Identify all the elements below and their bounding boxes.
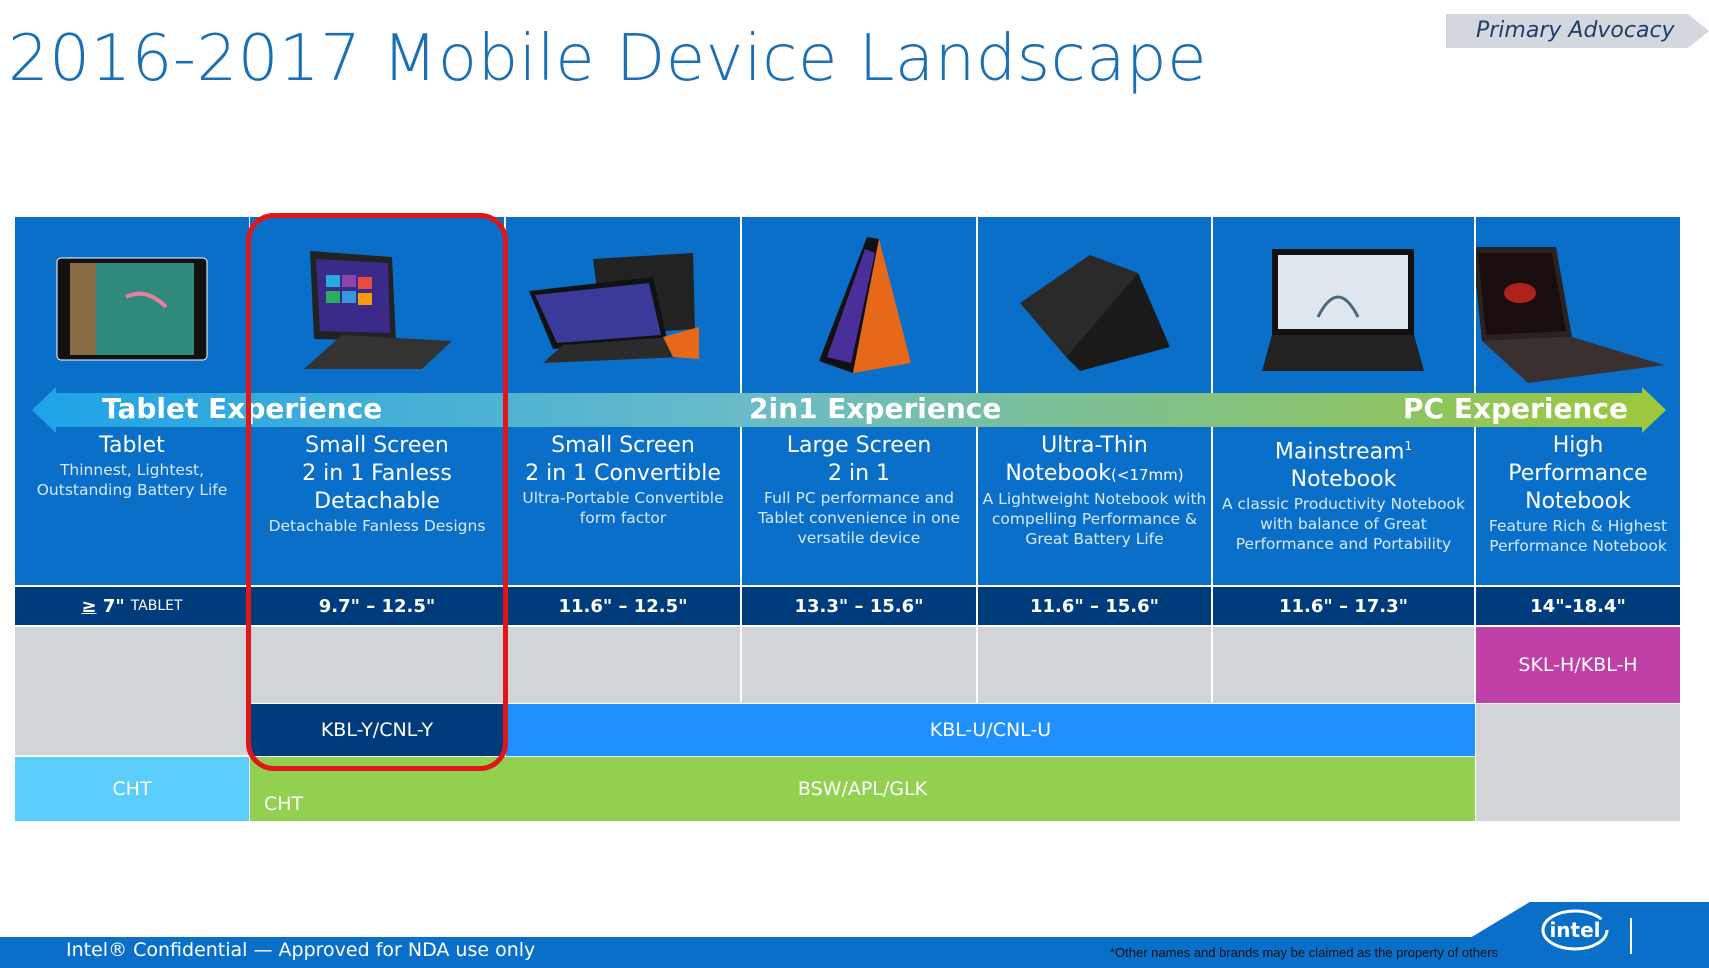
- platform-cht-sublabel: CHT: [264, 793, 304, 815]
- confidential-notice: Intel® Confidential — Approved for NDA u…: [66, 939, 536, 961]
- tablet-image: [56, 257, 208, 361]
- column-title: Mainstream1 Notebook A classic Productiv…: [1221, 439, 1466, 554]
- empty-cell: [1476, 704, 1680, 821]
- size-cell: 11.6" – 15.6": [978, 585, 1211, 625]
- empty-cell: [742, 627, 976, 703]
- empty-cell: [506, 627, 740, 703]
- 2in1-experience-label: 2in1 Experience: [749, 392, 1002, 425]
- ultrathin-image: [1019, 255, 1170, 371]
- column-title: Ultra-Thin Notebook(<17mm) A Lightweight…: [982, 433, 1207, 548]
- platform-skl-h-kbl-h: SKL-H/KBL-H: [1476, 627, 1680, 703]
- trademark-note: *Other names and brands may be claimed a…: [1110, 945, 1499, 960]
- column-title: Small Screen 2 in 1 Convertible Ultra-Po…: [522, 433, 724, 527]
- column-title: Large Screen 2 in 1 Full PC performance …: [758, 433, 960, 547]
- platform-cht: CHT: [15, 757, 249, 821]
- highlight-box: [246, 213, 508, 771]
- size-cell: 11.6" – 12.5": [506, 585, 740, 625]
- size-cell: ≥ 7" TABLET: [15, 585, 249, 625]
- platform-kbl-u-cnl-u: KBL-U/CNL-U: [506, 704, 1475, 756]
- pc-experience-label: PC Experience: [1403, 392, 1628, 425]
- size-cell: 11.6" – 17.3": [1213, 585, 1474, 625]
- logo-divider: [1630, 918, 1632, 954]
- empty-cell: [978, 627, 1211, 703]
- primary-advocacy-badge: Primary Advocacy: [1446, 14, 1709, 48]
- size-cell: 13.3" – 15.6": [742, 585, 976, 625]
- empty-cell: [1213, 627, 1474, 703]
- size-cell: 14"-18.4": [1476, 585, 1680, 625]
- intel-logo-icon: intel: [1541, 909, 1609, 951]
- large-2in1-image: [819, 237, 911, 373]
- badge-label: Primary Advocacy: [1476, 18, 1675, 43]
- convertible-image: [529, 253, 699, 363]
- mainstream-image: [1261, 249, 1424, 371]
- column-title: Tablet Thinnest, Lightest, Outstanding B…: [36, 433, 228, 499]
- highperf-image: [1476, 247, 1664, 383]
- page-title: 2016-2017 Mobile Device Landscape: [8, 22, 1207, 96]
- svg-text:intel: intel: [1549, 918, 1600, 942]
- empty-cell: [15, 627, 249, 755]
- column-title: High Performance Notebook Feature Rich &…: [1488, 433, 1668, 555]
